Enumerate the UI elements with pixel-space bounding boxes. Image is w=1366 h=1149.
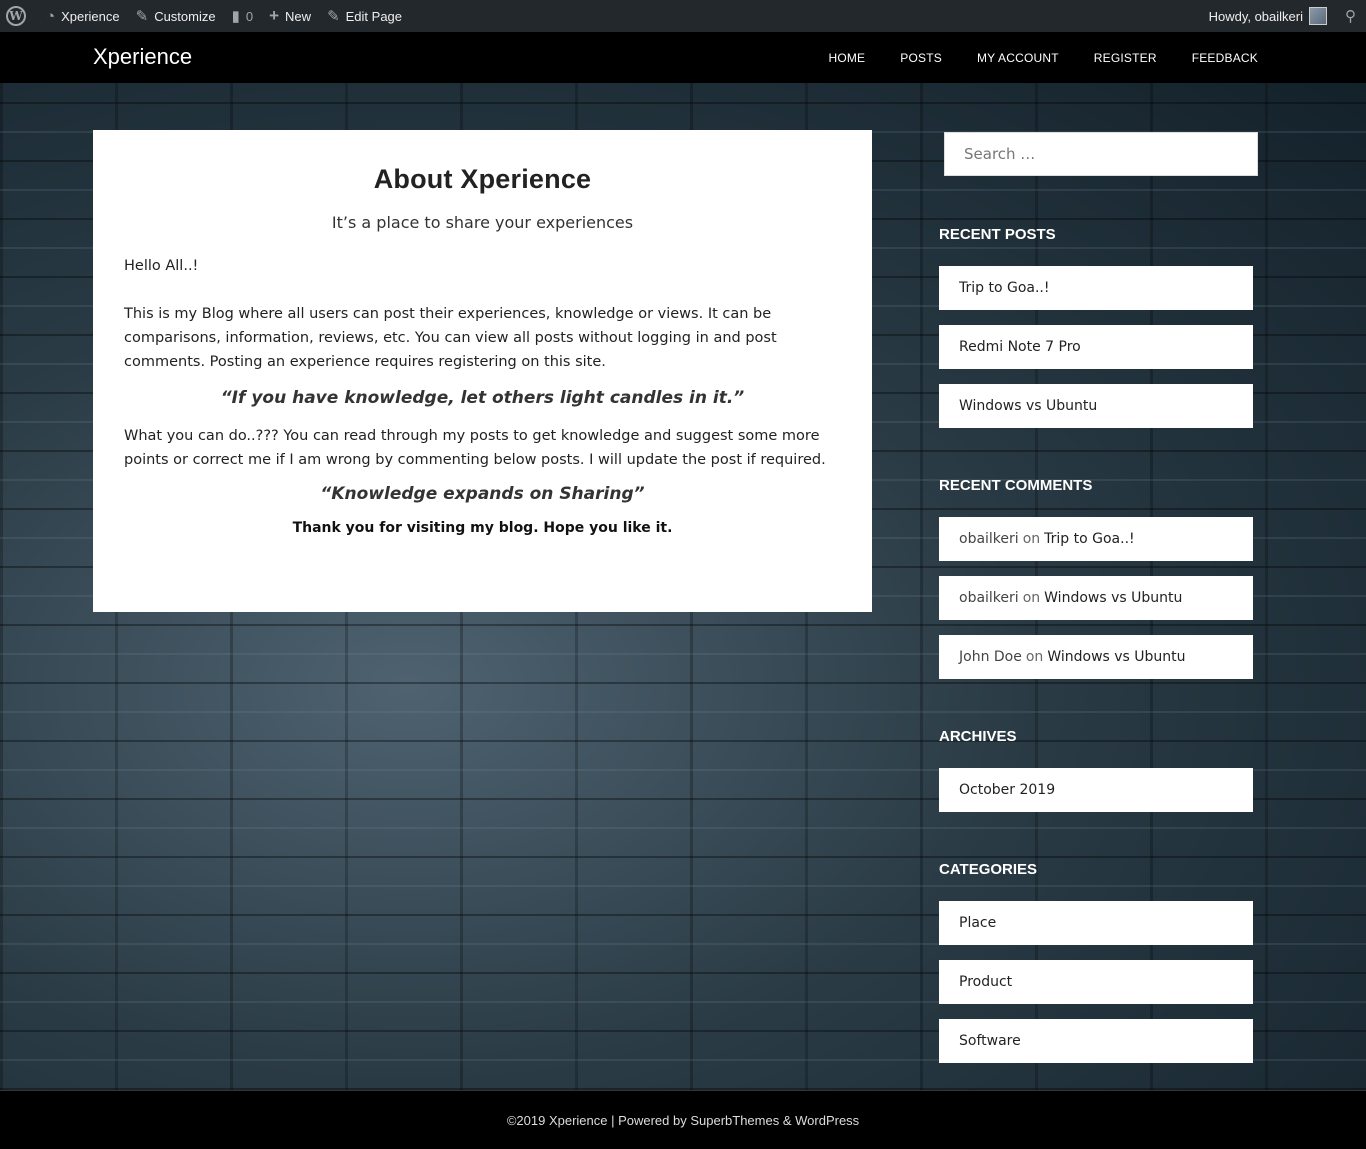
- admin-new[interactable]: + New: [261, 0, 319, 32]
- greeting-paragraph: Hello All..!: [124, 258, 199, 274]
- nav-feedback[interactable]: FEEDBACK: [1192, 51, 1258, 65]
- avatar: [1309, 7, 1327, 25]
- sidebar-search: [944, 132, 1258, 176]
- footer-text: ©2019 Xperience | Powered by SuperbTheme…: [506, 1112, 860, 1128]
- comment-post-link[interactable]: Windows vs Ubuntu: [1047, 649, 1185, 665]
- recent-post-item[interactable]: Redmi Note 7 Pro: [939, 325, 1253, 369]
- admin-site-name[interactable]: ◔ Xperience: [38, 0, 128, 32]
- admin-bar: W ◔ Xperience ✎ Customize ▮ 0 + New ✎ Ed…: [0, 0, 1366, 32]
- site-title[interactable]: Xperience: [93, 44, 192, 70]
- search-input[interactable]: [964, 145, 1238, 163]
- recent-post-item[interactable]: Windows vs Ubuntu: [939, 384, 1253, 428]
- categories-title: CATEGORIES: [939, 861, 1038, 878]
- admin-new-label: New: [285, 8, 312, 24]
- comment-post-link[interactable]: Trip to Goa..!: [1044, 531, 1135, 547]
- admin-comments-count: 0: [245, 8, 254, 24]
- howdy-label: Howdy, obailkeri: [1208, 8, 1303, 24]
- nav-register[interactable]: REGISTER: [1094, 51, 1157, 65]
- admin-edit-page[interactable]: ✎ Edit Page: [319, 0, 410, 32]
- nav-home[interactable]: HOME: [828, 51, 865, 65]
- recent-posts-title: RECENT POSTS: [939, 226, 1056, 243]
- wordpress-menu[interactable]: W: [0, 0, 38, 32]
- archives-title: ARCHIVES: [939, 728, 1017, 745]
- admin-edit-page-label: Edit Page: [345, 8, 403, 24]
- comment-bubble-icon: ▮: [231, 8, 240, 25]
- admin-search[interactable]: ⚲: [1335, 0, 1366, 32]
- wordpress-logo-icon: W: [6, 6, 26, 26]
- comment-on-label: on: [1022, 590, 1041, 606]
- quote-knowledge-candles: “If you have knowledge, let others light…: [220, 388, 745, 408]
- nav-posts[interactable]: POSTS: [900, 51, 942, 65]
- archive-item[interactable]: October 2019: [939, 768, 1253, 812]
- comment-author: obailkeri: [959, 531, 1019, 547]
- thanks-text: Thank you for visiting my blog. Hope you…: [292, 520, 673, 536]
- main-nav: HOME POSTS MY ACCOUNT REGISTER FEEDBACK: [793, 32, 1258, 83]
- recent-comment-item: obailkeri on Windows vs Ubuntu: [939, 576, 1253, 620]
- page-title: About Xperience: [373, 164, 592, 194]
- recent-post-item[interactable]: Trip to Goa..!: [939, 266, 1253, 310]
- pencil-icon: ✎: [327, 8, 340, 25]
- brush-icon: ✎: [135, 8, 149, 25]
- comment-author: John Doe: [959, 649, 1022, 665]
- recent-comment-item: obailkeri on Trip to Goa..!: [939, 517, 1253, 561]
- site-footer: ©2019 Xperience | Powered by SuperbTheme…: [0, 1090, 1366, 1149]
- admin-site-name-label: Xperience: [61, 8, 120, 24]
- admin-customize-label: Customize: [154, 8, 216, 24]
- site-header: Xperience HOME POSTS MY ACCOUNT REGISTER…: [0, 32, 1366, 83]
- dashboard-icon: ◔: [46, 7, 56, 25]
- nav-my-account[interactable]: MY ACCOUNT: [977, 51, 1059, 65]
- page-subtitle: It’s a place to share your experiences: [331, 213, 634, 232]
- comment-post-link[interactable]: Windows vs Ubuntu: [1044, 590, 1182, 606]
- quote-knowledge-sharing: “Knowledge expands on Sharing”: [320, 484, 645, 504]
- plus-icon: +: [269, 6, 280, 25]
- comment-on-label: on: [1022, 531, 1041, 547]
- admin-customize[interactable]: ✎ Customize: [128, 0, 224, 32]
- page-content: About Xperience It’s a place to share yo…: [93, 130, 872, 612]
- category-item[interactable]: Product: [939, 960, 1253, 1004]
- what-you-can-do-paragraph: What you can do..??? You can read throug…: [124, 428, 826, 468]
- comment-author: obailkeri: [959, 590, 1019, 606]
- search-icon: ⚲: [1345, 8, 1356, 25]
- intro-paragraph: This is my Blog where all users can post…: [124, 306, 777, 370]
- admin-comments[interactable]: ▮ 0: [224, 0, 262, 32]
- recent-comments-title: RECENT COMMENTS: [939, 477, 1093, 494]
- category-item[interactable]: Place: [939, 901, 1253, 945]
- comment-on-label: on: [1025, 649, 1044, 665]
- category-item[interactable]: Software: [939, 1019, 1253, 1063]
- recent-comment-item: John Doe on Windows vs Ubuntu: [939, 635, 1253, 679]
- admin-account[interactable]: Howdy, obailkeri: [1201, 0, 1335, 32]
